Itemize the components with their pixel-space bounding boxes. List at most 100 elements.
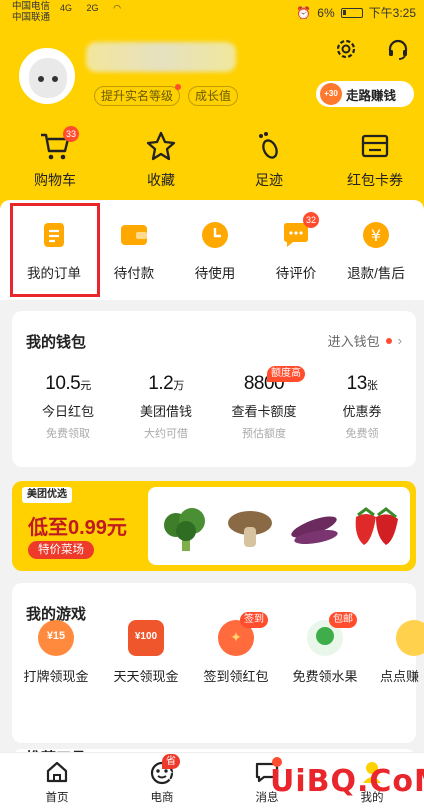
earn-badge: +30: [320, 83, 342, 105]
enter-wallet-link[interactable]: 进入钱包 ›: [328, 331, 402, 350]
alarm-icon: ⏰: [296, 5, 312, 20]
money-bag-icon: ¥15: [46, 630, 66, 642]
promo-product-images: [148, 487, 410, 565]
tab-home[interactable]: 首页: [12, 759, 102, 805]
tab-label-shop: 电商: [150, 792, 174, 804]
promo-price: 低至0.99元: [28, 517, 127, 539]
growth-value-label: 成长值: [195, 89, 232, 103]
game-checkin-redpacket[interactable]: 签到 ✦ 签到领红包: [194, 612, 278, 685]
game-card-cash[interactable]: ¥15 打牌领现金: [14, 620, 98, 685]
notification-dot: [385, 337, 392, 344]
notification-dot: [175, 84, 182, 90]
star-icon: [146, 131, 176, 161]
tab-label-home: 首页: [45, 792, 69, 804]
quick-label-coupons: 红包卡券: [347, 172, 403, 188]
signal-2: 2G: [86, 3, 99, 13]
wallet-pay-icon: [121, 225, 147, 245]
wallet-stat-coupons[interactable]: 13张 优惠券 免费领: [314, 373, 410, 441]
quick-cart[interactable]: 33 购物车: [2, 126, 108, 190]
avatar-eye-right: [52, 76, 58, 82]
order-to-review[interactable]: 32 待评价: [254, 212, 338, 282]
signal-1: 4G: [60, 3, 73, 13]
order-unused[interactable]: 待使用: [173, 220, 257, 282]
wifi-icon: ◠: [113, 3, 121, 13]
battery-icon: [340, 7, 363, 18]
promo-button[interactable]: 特价菜场: [28, 541, 94, 559]
wallet-card-icon: [361, 134, 389, 158]
order-label-unpaid: 待付款: [113, 266, 155, 281]
quick-footprint[interactable]: 足迹: [216, 130, 322, 190]
wallet-stat-loan[interactable]: 1.2万 美团借钱 大约可借: [118, 373, 214, 441]
game-free-fruit[interactable]: 包邮 免费领水果: [283, 612, 367, 685]
footprint-icon: [259, 132, 278, 159]
stat-label: 查看卡额度: [231, 404, 297, 419]
game-label: 免费领水果: [292, 669, 358, 684]
game-label: 签到领红包: [203, 669, 269, 684]
avatar-eye-left: [38, 76, 44, 82]
stat-sub: 免费领取: [46, 428, 90, 440]
quick-coupons[interactable]: 红包卡券: [322, 130, 424, 190]
chevron-right-icon: ›: [397, 333, 402, 348]
stat-unit: 元: [80, 380, 91, 392]
red-packet-icon: ✦: [230, 629, 242, 645]
status-right: ⏰ 6% 下午3:25: [296, 4, 416, 21]
carrier-info: 中国电信 中国联通: [12, 1, 50, 23]
clock-time: 下午3:25: [368, 6, 416, 20]
game-label: 打牌领现金: [23, 669, 89, 684]
wallet-stat-redpacket[interactable]: 10.5元 今日红包 免费领取: [20, 373, 116, 441]
high-limit-tag: 额度高: [267, 366, 305, 382]
highlight-box: [10, 203, 100, 297]
quick-label-cart: 购物车: [34, 172, 76, 188]
tab-shop[interactable]: 省心 电商: [117, 754, 207, 805]
order-unpaid[interactable]: 待付款: [92, 220, 176, 282]
stat-value: 10.5: [45, 373, 81, 394]
watermark-text: UiBQ.CoM: [270, 764, 424, 799]
verify-level-chip[interactable]: 提升实名等级: [94, 84, 182, 106]
promo-brand: 美团优选: [22, 487, 72, 503]
walk-earn-button[interactable]: +30 走路赚钱: [316, 81, 414, 107]
shop-tag: 省心: [162, 754, 180, 782]
customer-service-button[interactable]: [385, 36, 411, 62]
wallet-card: 我的钱包 进入钱包 › 10.5元 今日红包 免费领取 1.2万 美团借钱 大约…: [12, 311, 416, 467]
avatar[interactable]: [19, 48, 75, 104]
signal-icons: 4G 2G ◠: [60, 3, 121, 14]
order-label-refund: 退款/售后: [347, 266, 405, 281]
earn-label: 走路赚钱: [346, 88, 397, 103]
promo-banner[interactable]: 美团优选 低至0.99元 特价菜场: [12, 481, 416, 571]
stat-unit: 万: [173, 380, 184, 392]
stat-unit: 张: [366, 380, 378, 392]
growth-value-chip[interactable]: 成长值: [188, 86, 239, 106]
strawberry-image: [355, 507, 398, 545]
home-icon: [46, 761, 68, 783]
stat-sub: 预估额度: [242, 428, 286, 440]
svg-text:¥: ¥: [371, 226, 381, 245]
stat-value: 1.2: [148, 373, 174, 394]
enter-wallet-label: 进入钱包: [327, 334, 380, 349]
order-label-review: 待评价: [275, 266, 317, 281]
stat-sub: 免费领: [345, 428, 379, 440]
quick-label-favorites: 收藏: [147, 172, 175, 188]
free-shipping-tag: 包邮: [329, 612, 357, 628]
game-daily-cash[interactable]: ¥100 天天领现金: [104, 620, 188, 685]
checkin-tag: 签到: [240, 612, 268, 628]
refund-icon: ¥: [363, 222, 389, 248]
order-refund[interactable]: ¥ 退款/售后: [334, 220, 418, 282]
stat-label: 优惠券: [342, 404, 382, 419]
mushroom-image: [228, 511, 272, 547]
headset-icon: [388, 39, 408, 60]
tree-icon: [316, 627, 334, 645]
verify-level-label: 提升实名等级: [101, 89, 174, 103]
cart-badge: 33: [63, 126, 80, 142]
settings-button[interactable]: [333, 36, 359, 62]
username-blurred: [86, 42, 236, 72]
stat-label: 美团借钱: [139, 404, 192, 419]
wallet-stat-card-limit[interactable]: 8800 查看卡额度 预估额度: [216, 373, 312, 441]
game-label: 点点赚: [380, 669, 420, 684]
review-badge: 32: [303, 212, 320, 228]
quick-favorites[interactable]: 收藏: [108, 130, 214, 190]
header-background: [0, 0, 424, 230]
eggplant-image: [291, 516, 338, 545]
game-tap-earn[interactable]: 点点赚: [372, 620, 424, 685]
quick-label-footprint: 足迹: [255, 172, 283, 188]
status-bar: 中国电信 中国联通 4G 2G ◠ ⏰ 6% 下午3:25: [0, 0, 424, 24]
